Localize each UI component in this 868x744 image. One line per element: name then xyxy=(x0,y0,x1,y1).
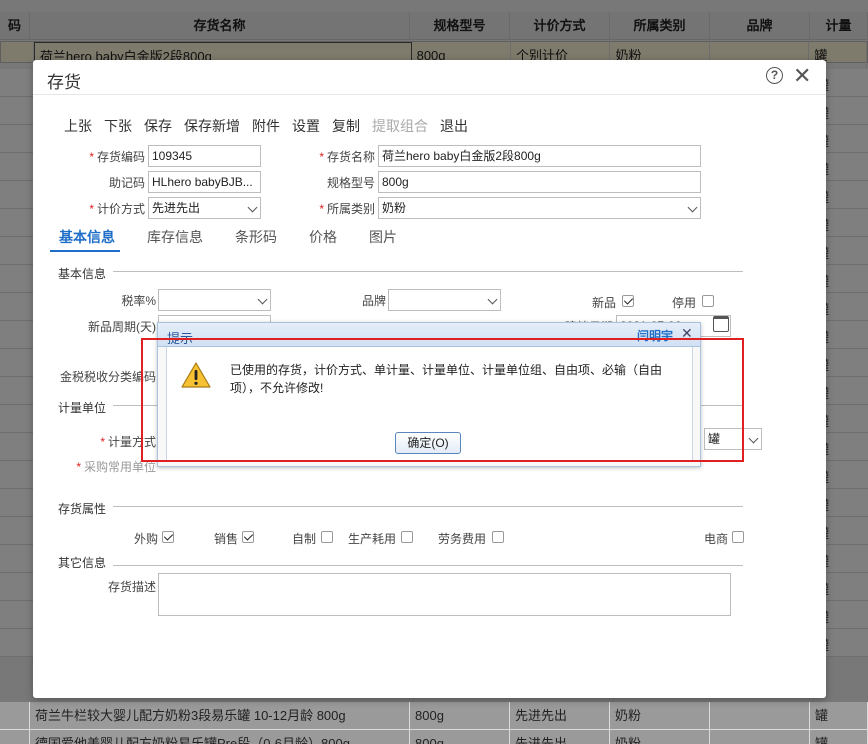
tax-select[interactable] xyxy=(158,289,271,311)
attachment-button[interactable]: 附件 xyxy=(252,116,280,136)
tab-bar: 基本信息 库存信息 条形码 价格 图片 xyxy=(50,227,750,253)
code-input[interactable]: 109345 xyxy=(148,145,261,167)
pricing-label: * 计价方式 xyxy=(89,202,145,216)
chevron-down-icon xyxy=(487,294,498,305)
tab-price[interactable]: 价格 xyxy=(309,227,337,247)
section-other: 其它信息 xyxy=(58,556,107,570)
divider xyxy=(113,271,743,272)
mnemonic-label: 助记码 xyxy=(108,176,145,190)
sale-checkbox[interactable] xyxy=(242,531,254,543)
chevron-down-icon xyxy=(748,433,759,444)
code-label: * 存货编码 xyxy=(89,150,145,164)
table-row[interactable]: 荷兰牛栏较大婴儿配方奶粉3段易乐罐 10-12月龄 800g 800g 先进先出… xyxy=(0,702,868,730)
tab-image[interactable]: 图片 xyxy=(369,227,397,247)
self-made-checkbox[interactable] xyxy=(321,531,333,543)
divider xyxy=(113,565,743,566)
purchase-label: 外购 xyxy=(133,532,158,546)
save-button[interactable]: 保存 xyxy=(144,116,172,136)
labor-checkbox[interactable] xyxy=(492,531,504,543)
prev-button[interactable]: 上张 xyxy=(64,116,92,136)
tab-barcode[interactable]: 条形码 xyxy=(235,227,277,247)
close-icon[interactable]: ✕ xyxy=(793,63,811,89)
mnemonic-input[interactable]: HLhero babyBJB... xyxy=(148,171,261,193)
production-checkbox[interactable] xyxy=(401,531,413,543)
spec-input[interactable]: 800g xyxy=(378,171,701,193)
tab-basic-info[interactable]: 基本信息 xyxy=(59,227,115,247)
chevron-down-icon xyxy=(257,294,268,305)
next-button[interactable]: 下张 xyxy=(104,116,132,136)
dialog-title: 存货 xyxy=(47,73,81,92)
table-row[interactable]: 德国爱他美婴儿配方奶粉易乐罐Pre段（0-6月龄）800g 800g 先进先出 … xyxy=(0,730,868,744)
tax-label: 税率% xyxy=(121,294,156,308)
toolbar: 上张 下张 保存 保存新增 附件 设置 复制 提取组合 退出 xyxy=(64,116,468,136)
desc-textarea[interactable] xyxy=(158,573,731,616)
section-basic-info: 基本信息 xyxy=(58,267,107,281)
help-icon[interactable]: ? xyxy=(766,67,783,84)
tab-stock-info[interactable]: 库存信息 xyxy=(147,227,203,247)
chevron-down-icon xyxy=(687,202,698,213)
divider xyxy=(113,506,743,507)
brand-label: 品牌 xyxy=(361,294,386,308)
ecommerce-label: 电商 xyxy=(703,532,728,546)
settings-button[interactable]: 设置 xyxy=(292,116,320,136)
chevron-down-icon xyxy=(247,202,258,213)
name-input[interactable]: 荷兰hero baby白金版2段800g xyxy=(378,145,701,167)
disabled-label: 停用 xyxy=(671,296,696,310)
self-made-label: 自制 xyxy=(291,532,316,546)
new-checkbox[interactable] xyxy=(622,295,634,307)
extract-combo-button[interactable]: 提取组合 xyxy=(372,116,428,136)
active-tab-indicator xyxy=(50,250,120,252)
section-attributes: 存货属性 xyxy=(58,502,107,516)
new-cycle-label: 新品周期(天) xyxy=(88,320,156,334)
ecommerce-checkbox[interactable] xyxy=(732,531,744,543)
calendar-icon[interactable] xyxy=(713,316,729,332)
sale-label: 销售 xyxy=(213,532,238,546)
labor-label: 劳务费用 xyxy=(437,532,486,546)
exit-button[interactable]: 退出 xyxy=(440,116,468,136)
highlight-box xyxy=(141,338,744,462)
purchase-checkbox[interactable] xyxy=(162,531,174,543)
brand-select[interactable] xyxy=(388,289,501,311)
title-divider xyxy=(33,94,826,95)
save-new-button[interactable]: 保存新增 xyxy=(184,116,240,136)
pricing-select[interactable]: 先进先出 xyxy=(148,197,261,219)
category-select[interactable]: 奶粉 xyxy=(378,197,701,219)
copy-button[interactable]: 复制 xyxy=(332,116,360,136)
new-label: 新品 xyxy=(591,296,616,310)
disabled-checkbox[interactable] xyxy=(702,295,714,307)
name-label: * 存货名称 xyxy=(319,150,375,164)
desc-label: 存货描述 xyxy=(107,580,156,594)
section-unit: 计量单位 xyxy=(58,401,107,415)
category-label: * 所属类别 xyxy=(319,202,375,216)
spec-label: 规格型号 xyxy=(326,176,375,190)
production-label: 生产耗用 xyxy=(347,532,396,546)
